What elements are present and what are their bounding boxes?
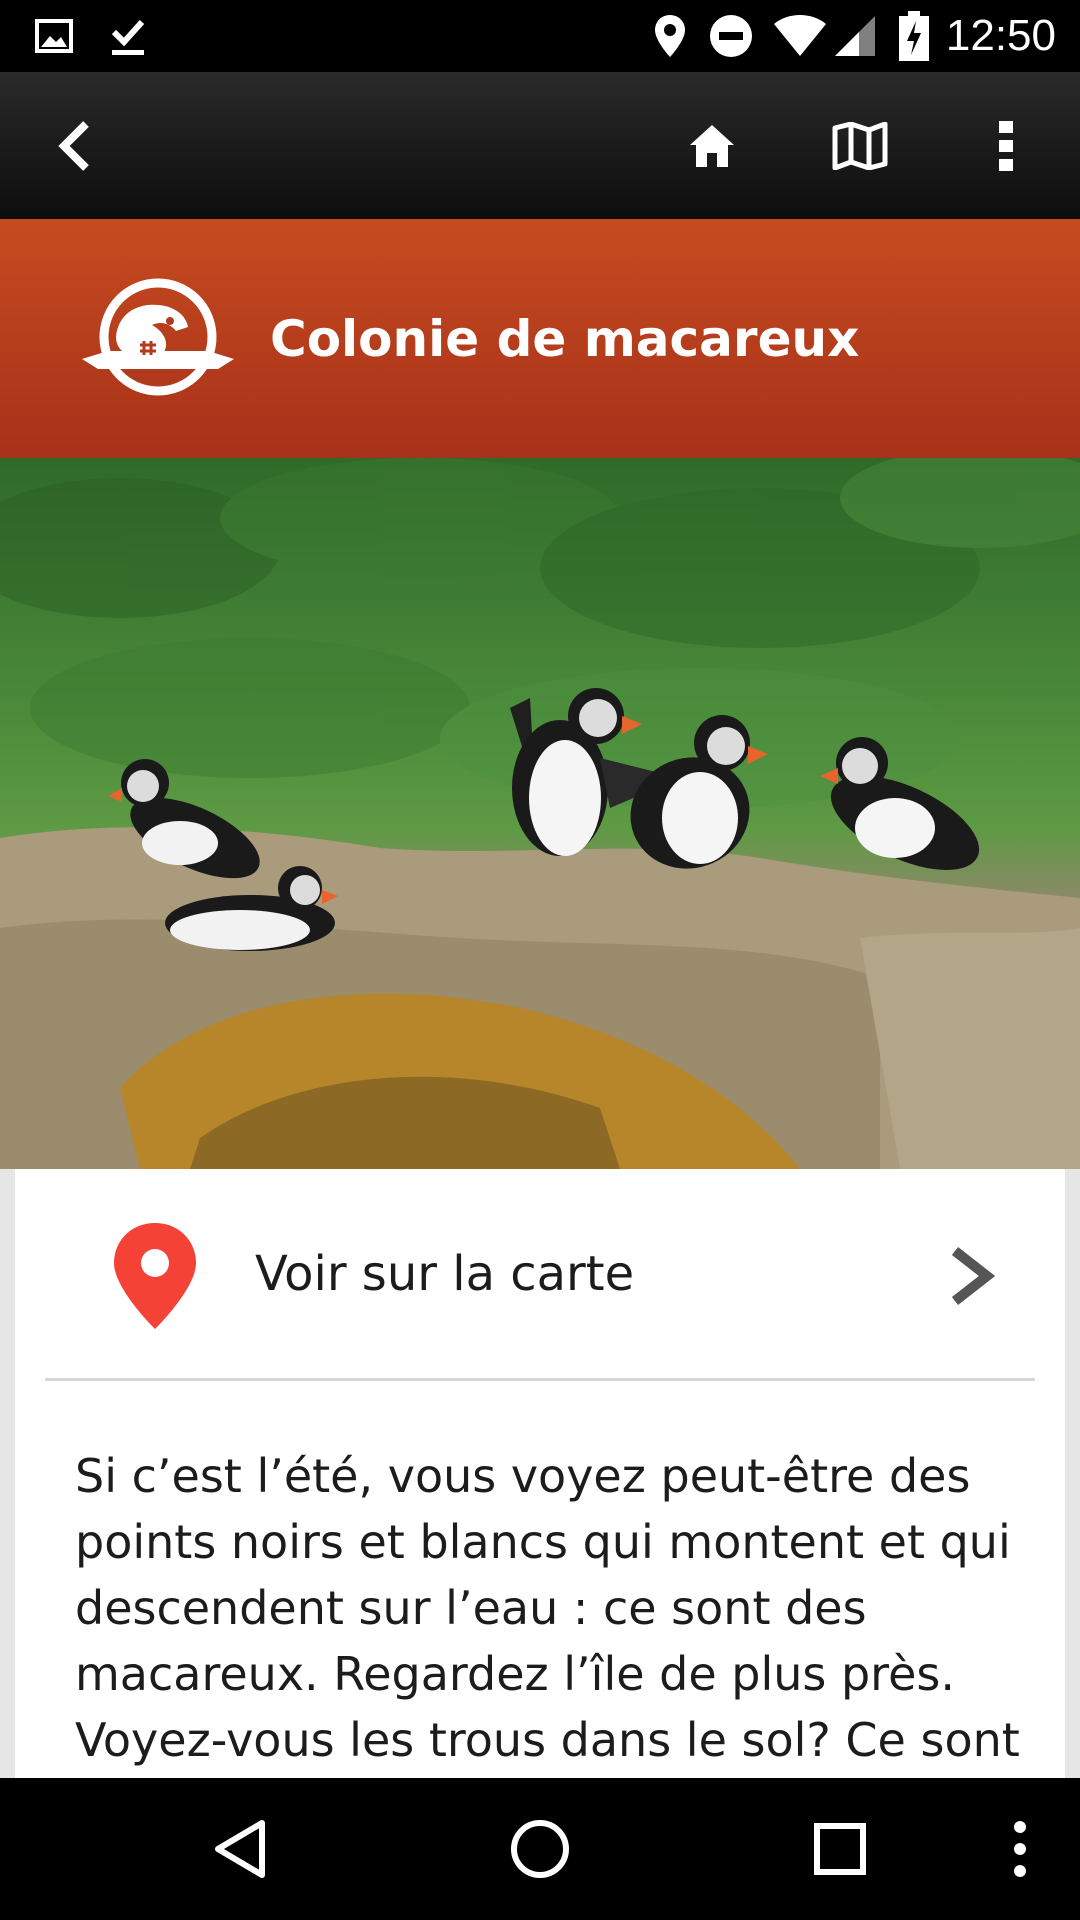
home-icon: [690, 124, 734, 167]
nav-menu-icon: [1014, 1821, 1026, 1877]
nav-home-icon: [511, 1820, 569, 1878]
action-bar: [0, 72, 1080, 219]
battery-charging-icon: [894, 11, 934, 61]
home-button[interactable]: [652, 72, 772, 219]
content-card: Voir sur la carte Si c’est l’été, vous v…: [15, 1169, 1065, 1778]
parks-canada-beaver-logo: [82, 278, 234, 396]
nav-back-icon: [215, 1820, 265, 1878]
map-icon: [832, 121, 888, 170]
nav-menu-button[interactable]: [950, 1778, 1080, 1920]
nav-recents-button[interactable]: [770, 1778, 910, 1920]
hero-image: [0, 458, 1080, 1169]
overflow-menu-icon: [999, 120, 1013, 171]
status-bar: 12:50: [0, 0, 1080, 72]
overflow-menu-button[interactable]: [946, 72, 1066, 219]
puffin-photo: [0, 458, 1080, 1169]
title-banner: Colonie de macareux: [0, 219, 1080, 458]
nav-recents-icon: [814, 1823, 866, 1875]
back-button[interactable]: [14, 72, 134, 219]
back-icon: [58, 120, 89, 171]
do-not-disturb-icon: [706, 12, 756, 60]
map-pin-icon: [114, 1223, 196, 1329]
wifi-icon: [770, 12, 830, 60]
navigation-bar: [0, 1778, 1080, 1920]
map-button[interactable]: [800, 72, 920, 219]
page-title: Colonie de macareux: [270, 309, 860, 368]
nav-home-button[interactable]: [470, 1778, 610, 1920]
nav-back-button[interactable]: [170, 1778, 310, 1920]
description-text: Si c’est l’été, vous voyez peut-être des…: [75, 1449, 1020, 1767]
chevron-right-icon: [951, 1247, 995, 1305]
download-done-icon: [104, 12, 152, 60]
view-on-map-label: Voir sur la carte: [255, 1246, 635, 1302]
divider: [45, 1378, 1035, 1381]
location-icon: [646, 12, 694, 60]
clock: 12:50: [945, 11, 1056, 60]
cell-signal-icon: [830, 12, 880, 60]
image-notification-icon: [30, 12, 78, 60]
view-on-map-row[interactable]: Voir sur la carte: [15, 1169, 1065, 1379]
